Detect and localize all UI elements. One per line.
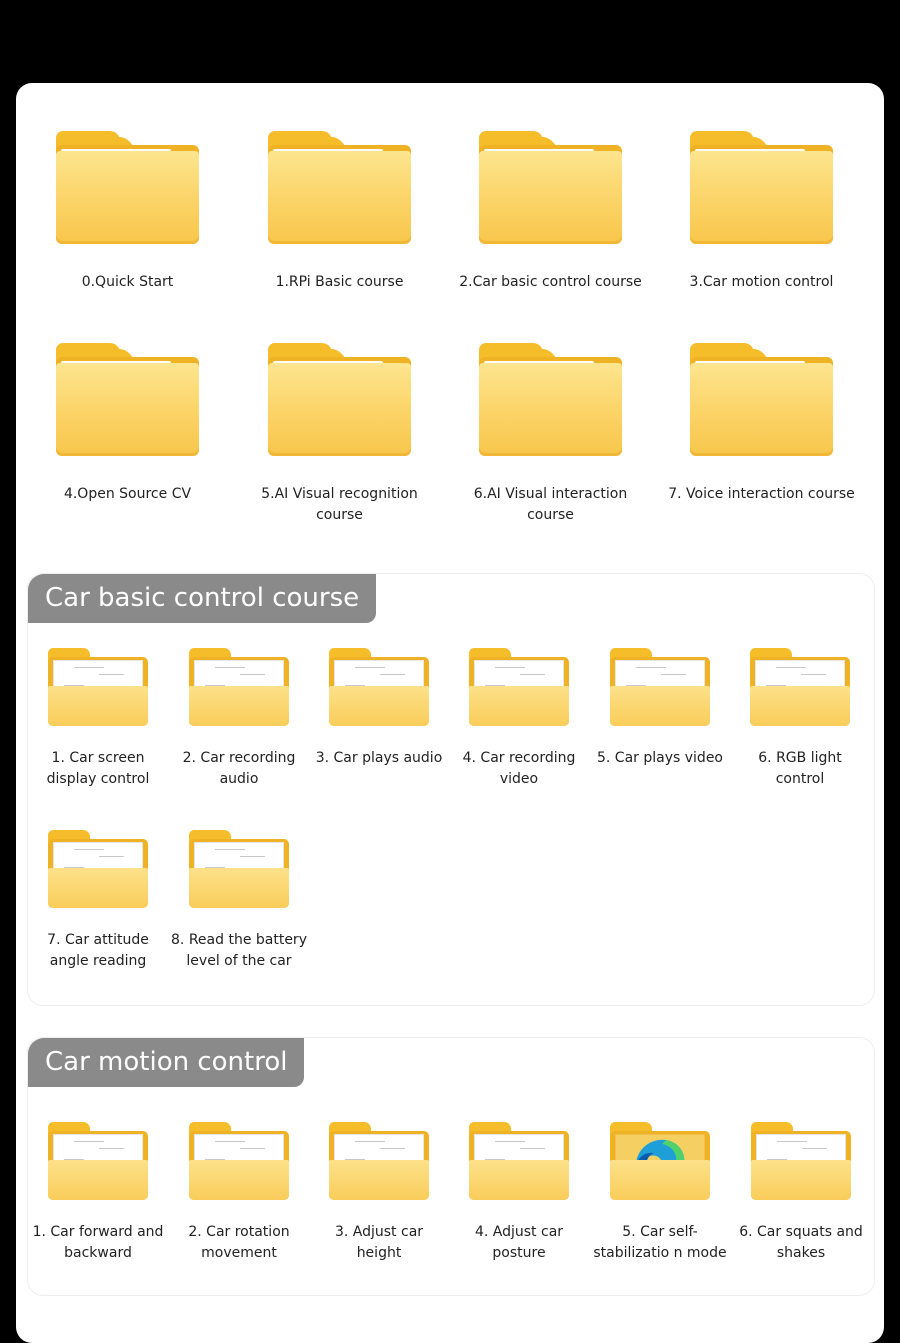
folder-quick-start[interactable]: 0.Quick Start (22, 131, 233, 293)
folder-icon (479, 343, 622, 456)
folder-car-basic-control[interactable]: 2.Car basic control course (445, 131, 656, 293)
folder-icon (56, 131, 199, 244)
folder-icon (189, 830, 289, 908)
folder-rpi-basic-course[interactable]: 1.RPi Basic course (234, 131, 445, 293)
folder-label: 6. RGB light control (758, 750, 842, 787)
folder-label: 4. Adjust car posture (474, 1224, 564, 1261)
folder-recording-audio[interactable]: 2. Car recording audio (169, 648, 309, 789)
folder-recording-video[interactable]: 4. Car recording video (449, 648, 589, 789)
section-car-basic-control: Car basic control course 1. Car screen d… (27, 573, 875, 1006)
folder-label: 4. Car recording video (462, 750, 576, 787)
folder-attitude-angle-reading[interactable]: 7. Car attitude angle reading (28, 830, 168, 971)
section-title: Car basic control course (28, 574, 377, 623)
folder-label: 5. Car self-stabilizatio n mode (593, 1224, 727, 1261)
folder-label: 5.AI Visual recognition course (261, 486, 418, 523)
folder-label: 0.Quick Start (81, 274, 174, 290)
folder-icon (48, 830, 148, 908)
folder-icon (469, 1122, 569, 1200)
folder-icon (48, 1122, 148, 1200)
folder-forward-backward[interactable]: 1. Car forward and backward (28, 1122, 168, 1263)
folder-icon (268, 343, 411, 456)
folder-icon (479, 131, 622, 244)
content-card: 0.Quick Start 1.RPi Basic course 2.Car b… (16, 83, 884, 1343)
folder-label: 1. Car screen display control (46, 750, 150, 787)
folder-icon (48, 648, 148, 726)
folder-icon (189, 648, 289, 726)
folder-icon (56, 343, 199, 456)
folder-plays-audio[interactable]: 3. Car plays audio (309, 648, 449, 769)
folder-self-stabilization[interactable]: 5. Car self-stabilizatio n mode (590, 1122, 730, 1263)
folder-icon (690, 343, 833, 456)
folder-battery-level[interactable]: 8. Read the battery level of the car (169, 830, 309, 971)
folder-icon (690, 131, 833, 244)
folder-icon (329, 648, 429, 726)
folder-label: 4.Open Source CV (63, 486, 192, 502)
folder-squats-shakes[interactable]: 6. Car squats and shakes (731, 1122, 871, 1263)
folder-label: 2. Car rotation movement (188, 1224, 290, 1261)
folder-rgb-light-control[interactable]: 6. RGB light control (730, 648, 870, 789)
folder-label: 2.Car basic control course (459, 274, 642, 290)
folder-icon (750, 648, 850, 726)
folder-label: 5. Car plays video (597, 750, 723, 766)
folder-adjust-posture[interactable]: 4. Adjust car posture (449, 1122, 589, 1263)
folder-rotation-movement[interactable]: 2. Car rotation movement (169, 1122, 309, 1263)
folder-icon (610, 648, 710, 726)
folder-label: 1.RPi Basic course (275, 274, 404, 290)
folder-label: 3. Car plays audio (315, 750, 443, 766)
folder-ai-visual-interaction[interactable]: 6.AI Visual interaction course (445, 343, 656, 526)
folder-voice-interaction[interactable]: 7. Voice interaction course (656, 343, 867, 505)
folder-icon (751, 1122, 851, 1200)
folder-icon (610, 1122, 710, 1200)
folder-label: 2. Car recording audio (182, 750, 296, 787)
folder-label: 1. Car forward and backward (32, 1224, 164, 1261)
section-car-motion-control: Car motion control 1. Car forward and ba… (27, 1037, 875, 1296)
folder-plays-video[interactable]: 5. Car plays video (590, 648, 730, 769)
folder-open-source-cv[interactable]: 4.Open Source CV (22, 343, 233, 505)
folder-label: 3.Car motion control (689, 274, 834, 290)
folder-label: 8. Read the battery level of the car (171, 932, 307, 969)
folder-icon (189, 1122, 289, 1200)
folder-car-motion-control[interactable]: 3.Car motion control (656, 131, 867, 293)
folder-screen-display-control[interactable]: 1. Car screen display control (28, 648, 168, 789)
folder-adjust-height[interactable]: 3. Adjust car height (309, 1122, 449, 1263)
section-title: Car motion control (28, 1038, 305, 1087)
folder-icon (268, 131, 411, 244)
folder-label: 6. Car squats and shakes (739, 1224, 863, 1261)
folder-ai-visual-recognition[interactable]: 5.AI Visual recognition course (234, 343, 445, 526)
folder-label: 7. Voice interaction course (668, 486, 855, 502)
folder-label: 3. Adjust car height (334, 1224, 424, 1261)
folder-label: 6.AI Visual interaction course (473, 486, 628, 523)
folder-icon (469, 648, 569, 726)
folder-icon (329, 1122, 429, 1200)
folder-label: 7. Car attitude angle reading (47, 932, 149, 969)
